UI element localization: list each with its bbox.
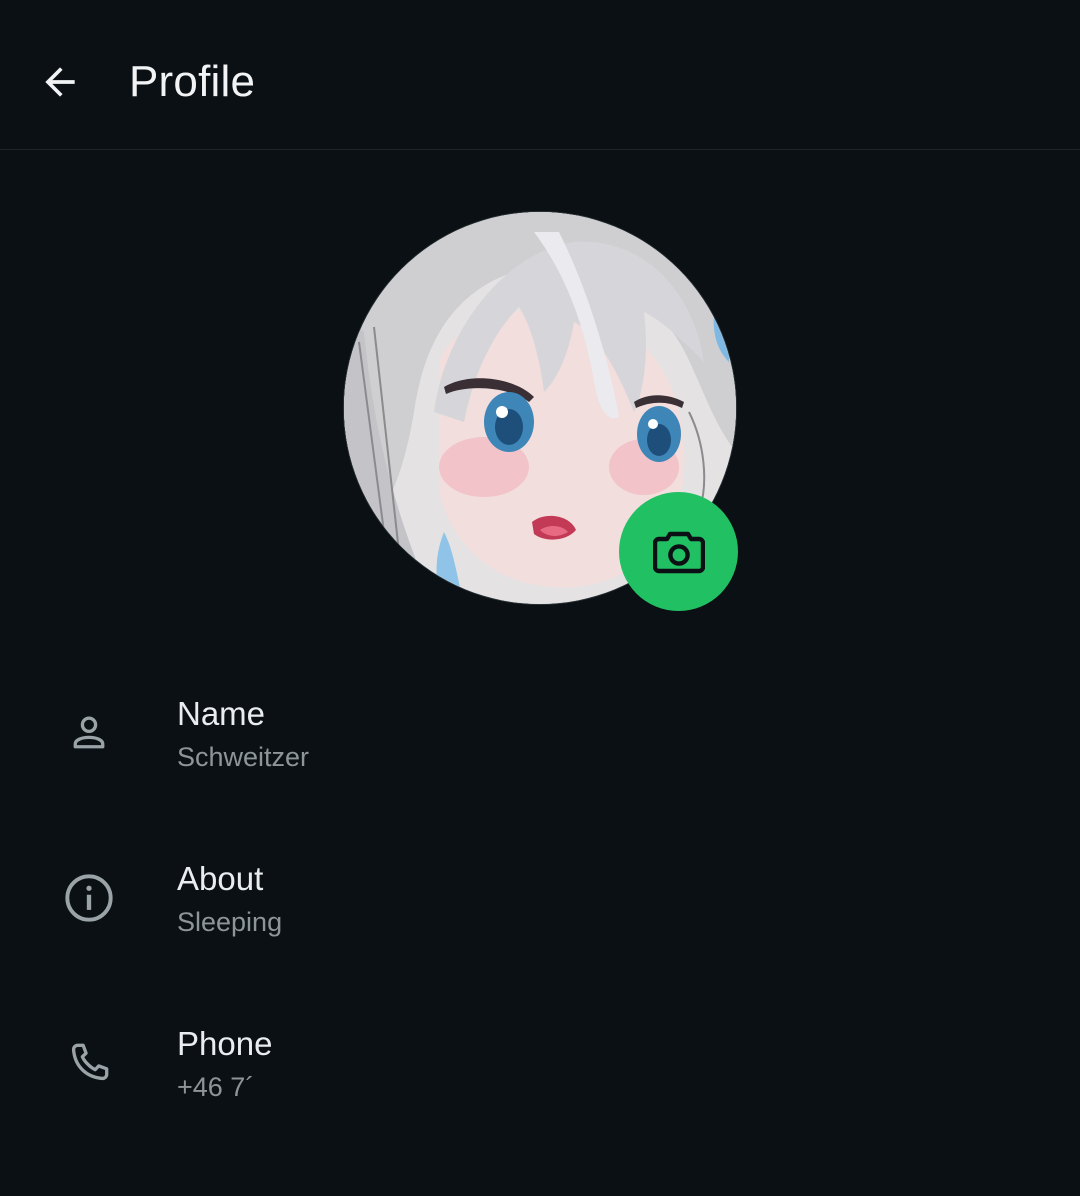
about-row[interactable]: About Sleeping — [0, 855, 1080, 1005]
name-row[interactable]: Name Schweitzer — [0, 690, 1080, 840]
about-value: Sleeping — [177, 907, 283, 937]
change-photo-button[interactable] — [619, 492, 738, 611]
phone-label: Phone — [177, 1025, 273, 1062]
phone-row[interactable]: Phone +46 7´ — [0, 1020, 1080, 1170]
name-label: Name — [177, 695, 266, 732]
phone-icon — [58, 1032, 120, 1094]
page-title: Profile — [129, 57, 256, 106]
name-value: Schweitzer — [177, 742, 310, 772]
profile-screen: Profile Name Schweitzer About Sleeping P… — [0, 0, 1080, 1196]
info-icon — [58, 867, 120, 929]
back-button[interactable] — [30, 52, 90, 112]
about-label: About — [177, 860, 264, 897]
person-icon — [58, 702, 120, 764]
phone-value: +46 7´ — [177, 1072, 255, 1102]
arrow-left-icon — [45, 67, 75, 97]
app-bar: Profile — [0, 0, 1080, 150]
camera-icon — [652, 531, 705, 573]
